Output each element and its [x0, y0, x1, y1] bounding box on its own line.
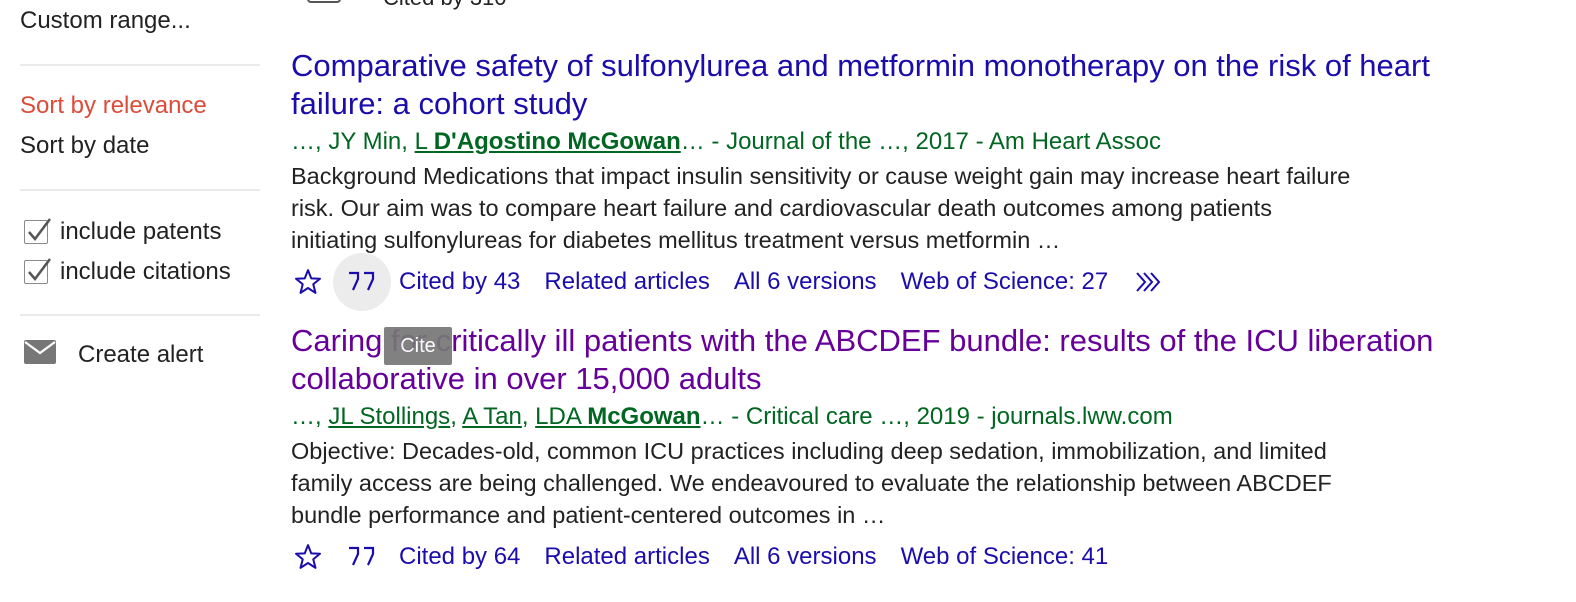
create-alert-label: Create alert [78, 340, 204, 368]
all-versions-link[interactable]: All 6 versions [734, 543, 877, 571]
folder-icon [307, 0, 341, 3]
author-link[interactable]: JL Stollings [328, 403, 450, 430]
quote-icon[interactable] [333, 253, 391, 311]
cite-tooltip: Cite [384, 327, 452, 365]
authors-suffix: … - Journal of the …, 2017 - Am Heart As… [680, 128, 1161, 155]
result-snippet: Objective: Decades-old, common ICU pract… [291, 438, 1332, 528]
checkmark-icon [24, 258, 51, 284]
result-title-link[interactable]: Comparative safety of sulfonylurea and m… [291, 47, 1491, 123]
web-of-science-link[interactable]: Web of Science: 27 [901, 268, 1109, 296]
author-highlight: D'Agostino McGowan [433, 128, 681, 155]
related-articles-link[interactable]: Related articles [544, 268, 709, 296]
search-result: Comparative safety of sulfonylurea and m… [291, 47, 1491, 311]
author-link[interactable]: L D'Agostino McGowan [415, 128, 681, 155]
result-authors: …, JL Stollings, A Tan, LDA McGowan… - C… [291, 403, 1173, 430]
sort-by-date-link[interactable]: Sort by date [20, 132, 149, 160]
cited-by-link[interactable]: Cited by 43 [399, 268, 520, 296]
result-snippet: Background Medications that impact insul… [291, 163, 1351, 253]
star-icon[interactable] [291, 540, 325, 574]
result-title-link[interactable]: Caring for critically ill patients with … [291, 322, 1491, 398]
sort-by-relevance[interactable]: Sort by relevance [20, 92, 207, 120]
result-authors: …, JY Min, L D'Agostino McGowan… - Journ… [291, 126, 1491, 158]
author-link[interactable]: LDA McGowan [535, 403, 700, 430]
author-link[interactable]: A Tan [462, 403, 522, 430]
divider [20, 64, 260, 66]
authors-suffix: … - Critical care …, 2019 - journals.lww… [700, 403, 1173, 430]
web-of-science-link[interactable]: Web of Science: 41 [901, 543, 1109, 571]
star-icon[interactable] [291, 265, 325, 299]
author-initial: L [414, 128, 434, 155]
custom-range-link[interactable]: Custom range... [20, 7, 191, 35]
authors-prefix: …, JY Min, [291, 128, 415, 155]
result-actions: Cited by 43 Related articles All 6 versi… [291, 253, 1491, 311]
include-citations-label: include citations [60, 258, 231, 285]
envelope-icon [24, 340, 56, 369]
related-articles-link[interactable]: Related articles [544, 543, 709, 571]
quote-icon[interactable] [345, 540, 379, 574]
prev-cited-by-link[interactable]: Cited by 310 [383, 0, 507, 11]
result-actions: Cited by 64 Related articles All 6 versi… [291, 537, 1491, 577]
checkmark-icon [24, 218, 51, 244]
all-versions-link[interactable]: All 6 versions [734, 268, 877, 296]
include-patents-label: include patents [60, 218, 222, 245]
cited-by-link[interactable]: Cited by 64 [399, 543, 520, 571]
authors-prefix: …, [291, 403, 329, 430]
divider [20, 314, 260, 316]
author-highlight: McGowan [587, 403, 701, 430]
search-result: Caring for critically ill patients with … [291, 322, 1491, 577]
include-patents-checkbox[interactable]: include patents [20, 218, 221, 246]
author-initial: LDA [535, 403, 588, 430]
create-alert-button[interactable]: Create alert [24, 340, 203, 369]
divider [20, 189, 260, 191]
include-citations-checkbox[interactable]: include citations [20, 258, 231, 286]
double-chevron-right-icon[interactable] [1132, 265, 1166, 299]
